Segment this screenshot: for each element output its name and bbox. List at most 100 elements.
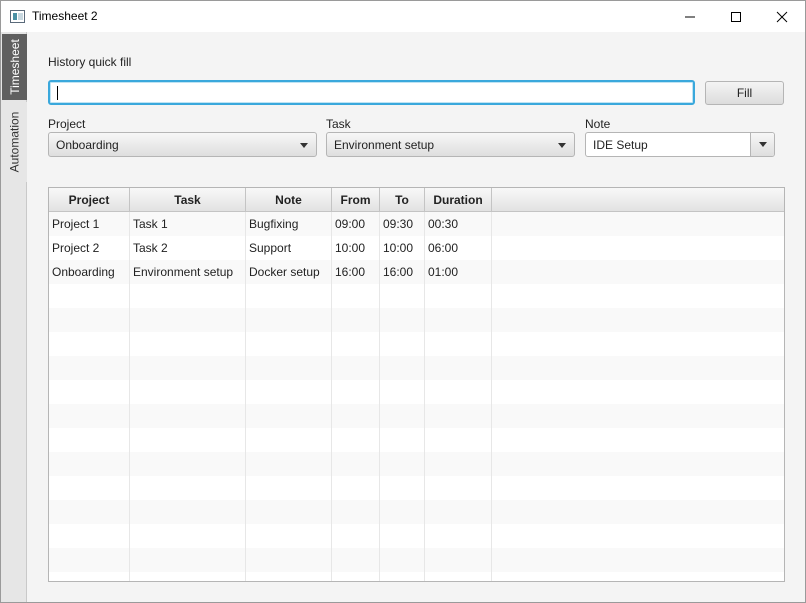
- empty-cell: [425, 380, 492, 404]
- column-header-duration[interactable]: Duration: [425, 188, 492, 211]
- column-header-task[interactable]: Task: [130, 188, 246, 211]
- cell-note: Docker setup: [246, 260, 332, 284]
- empty-cell: [492, 452, 784, 476]
- empty-cell: [246, 548, 332, 572]
- empty-cell: [380, 308, 425, 332]
- note-dropdown-button[interactable]: [750, 133, 774, 156]
- cell-duration: 00:30: [425, 212, 492, 236]
- table-row[interactable]: Onboarding Environment setup Docker setu…: [49, 260, 784, 284]
- empty-cell: [380, 548, 425, 572]
- empty-cell: [49, 476, 130, 500]
- note-combobox-value[interactable]: IDE Setup: [593, 138, 648, 152]
- empty-cell: [246, 500, 332, 524]
- empty-cell: [332, 428, 380, 452]
- empty-table-row: [49, 356, 784, 380]
- app-window: Timesheet 2 Timesheet Automation History…: [0, 0, 806, 603]
- empty-cell: [425, 356, 492, 380]
- timesheet-table[interactable]: Project Task Note From To Duration Proje…: [48, 187, 785, 582]
- empty-cell: [425, 572, 492, 581]
- empty-table-row: [49, 428, 784, 452]
- empty-cell: [130, 452, 246, 476]
- empty-cell: [246, 380, 332, 404]
- cell-task: Task 1: [130, 212, 246, 236]
- project-select[interactable]: Onboarding: [48, 132, 317, 157]
- empty-table-row: [49, 548, 784, 572]
- close-button[interactable]: [759, 1, 805, 32]
- empty-cell: [492, 572, 784, 581]
- empty-cell: [492, 284, 784, 308]
- empty-cell: [492, 548, 784, 572]
- cell-to: 10:00: [380, 236, 425, 260]
- tab-timesheet[interactable]: Timesheet: [2, 34, 27, 100]
- fill-button[interactable]: Fill: [705, 81, 784, 105]
- empty-cell: [130, 284, 246, 308]
- empty-cell: [246, 332, 332, 356]
- empty-cell: [332, 404, 380, 428]
- column-header-to[interactable]: To: [380, 188, 425, 211]
- note-label: Note: [585, 117, 611, 131]
- empty-cell: [332, 332, 380, 356]
- empty-cell: [425, 452, 492, 476]
- empty-cell: [49, 284, 130, 308]
- table-row[interactable]: Project 1 Task 1 Bugfixing 09:00 09:30 0…: [49, 212, 784, 236]
- empty-table-row: [49, 476, 784, 500]
- empty-cell: [332, 524, 380, 548]
- empty-cell: [380, 452, 425, 476]
- cell-task: Environment setup: [130, 260, 246, 284]
- maximize-button[interactable]: [713, 1, 759, 32]
- empty-cell: [49, 500, 130, 524]
- cell-note: Support: [246, 236, 332, 260]
- empty-cell: [332, 452, 380, 476]
- empty-table-row: [49, 332, 784, 356]
- empty-cell: [425, 284, 492, 308]
- history-label: History quick fill: [48, 55, 132, 69]
- empty-cell: [380, 476, 425, 500]
- column-header-project[interactable]: Project: [49, 188, 130, 211]
- empty-cell: [49, 380, 130, 404]
- minimize-button[interactable]: [667, 1, 713, 32]
- empty-table-row: [49, 380, 784, 404]
- table-row[interactable]: Project 2 Task 2 Support 10:00 10:00 06:…: [49, 236, 784, 260]
- empty-cell: [49, 428, 130, 452]
- task-select[interactable]: Environment setup: [326, 132, 575, 157]
- empty-cell: [332, 308, 380, 332]
- empty-cell: [380, 332, 425, 356]
- history-quick-fill-input[interactable]: [48, 80, 695, 105]
- empty-cell: [492, 428, 784, 452]
- empty-cell: [380, 524, 425, 548]
- note-combobox[interactable]: IDE Setup: [585, 132, 775, 157]
- empty-cell: [49, 404, 130, 428]
- column-header-note[interactable]: Note: [246, 188, 332, 211]
- tab-automation[interactable]: Automation: [2, 102, 27, 182]
- empty-cell: [492, 524, 784, 548]
- empty-cell: [49, 524, 130, 548]
- empty-cell: [246, 452, 332, 476]
- empty-cell: [332, 284, 380, 308]
- empty-cell: [130, 500, 246, 524]
- empty-cell: [492, 476, 784, 500]
- empty-cell: [380, 380, 425, 404]
- empty-cell: [492, 380, 784, 404]
- empty-cell: [246, 476, 332, 500]
- cell-project: Project 2: [49, 236, 130, 260]
- timesheet-panel: History quick fill Fill Project Onboardi…: [28, 32, 805, 602]
- empty-cell: [425, 500, 492, 524]
- tab-timesheet-label: Timesheet: [7, 39, 22, 95]
- empty-cell: [425, 476, 492, 500]
- empty-cell: [130, 572, 246, 581]
- cell-from: 10:00: [332, 236, 380, 260]
- cell-duration: 01:00: [425, 260, 492, 284]
- table-header: Project Task Note From To Duration: [49, 188, 784, 212]
- empty-cell: [130, 548, 246, 572]
- column-header-from[interactable]: From: [332, 188, 380, 211]
- empty-cell: [130, 476, 246, 500]
- empty-cell: [332, 500, 380, 524]
- cell-from: 09:00: [332, 212, 380, 236]
- tab-automation-label: Automation: [7, 111, 22, 173]
- empty-cell: [130, 428, 246, 452]
- cell-project: Project 1: [49, 212, 130, 236]
- cell-filler: [492, 260, 784, 284]
- maximize-icon: [731, 11, 741, 22]
- empty-cell: [130, 404, 246, 428]
- cell-duration: 06:00: [425, 236, 492, 260]
